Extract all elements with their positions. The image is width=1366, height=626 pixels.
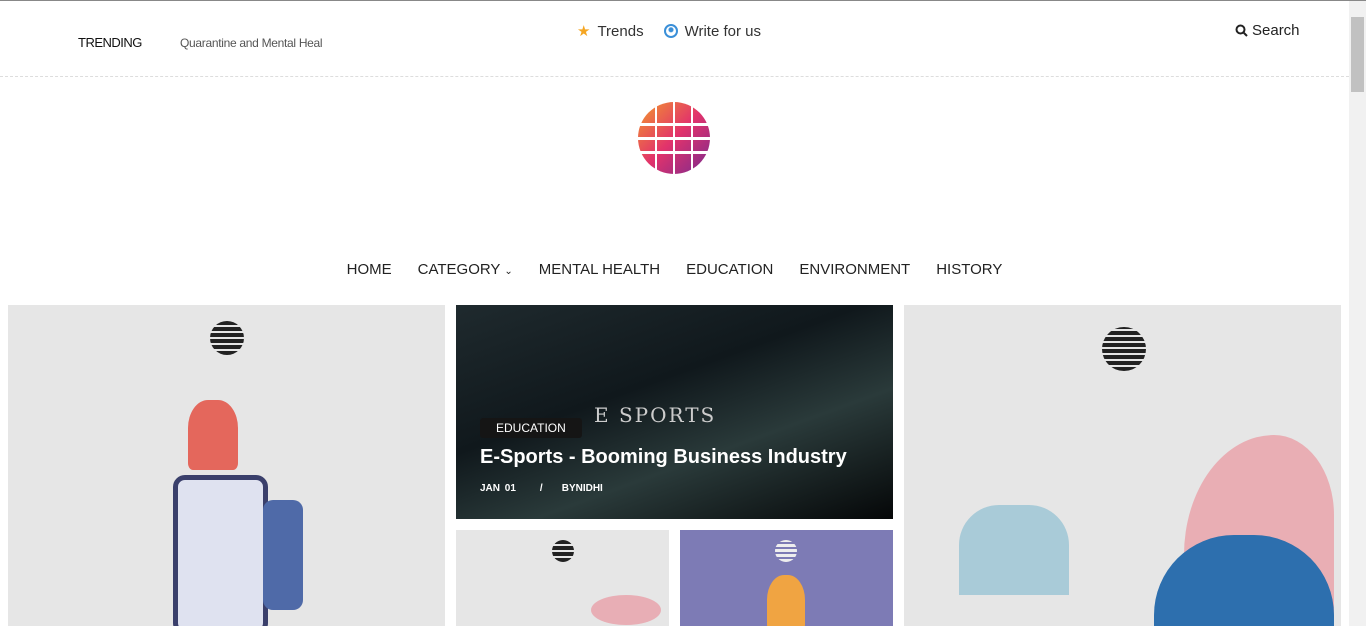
logo-watermark — [552, 540, 574, 562]
nav-home[interactable]: HOME — [347, 261, 392, 278]
write-for-us-link[interactable]: Write for us — [663, 22, 761, 40]
search-icon — [1235, 24, 1248, 37]
illustration-image — [173, 475, 268, 626]
nav-education[interactable]: EDUCATION — [686, 261, 773, 278]
post-title[interactable]: E-Sports - Booming Business Industry — [480, 446, 847, 469]
logo-watermark — [210, 321, 244, 355]
post-card-small-2[interactable] — [680, 530, 893, 626]
meta-separator: / — [539, 483, 543, 494]
nav-environment[interactable]: ENVIRONMENT — [799, 261, 910, 278]
logo-watermark — [1102, 327, 1146, 371]
trending-label: TRENDING — [78, 35, 142, 50]
site-logo[interactable] — [637, 101, 712, 176]
scrollbar[interactable] — [1349, 1, 1366, 626]
post-author[interactable]: BYNIDHI — [562, 483, 603, 494]
nav-mental-health[interactable]: MENTAL HEALTH — [539, 261, 660, 278]
post-meta: JAN 01 / BYNIDHI — [480, 483, 603, 494]
illustration-image — [188, 400, 238, 470]
featured-post-card[interactable]: E SPORTS EDUCATION E-Sports - Booming Bu… — [456, 305, 893, 519]
illustration-image — [959, 505, 1069, 595]
logo-watermark — [775, 540, 797, 562]
main-nav: HOME CATEGORY ⌄ MENTAL HEALTH EDUCATION … — [0, 261, 1349, 278]
illustration-image — [263, 500, 303, 610]
nav-history[interactable]: HISTORY — [936, 261, 1002, 278]
featured-image-text: E SPORTS — [594, 403, 717, 427]
scrollbar-thumb[interactable] — [1351, 17, 1364, 92]
trends-link[interactable]: ★ Trends — [577, 22, 644, 41]
trends-label: Trends — [597, 22, 644, 40]
star-icon: ★ — [577, 23, 591, 40]
illustration-image — [591, 595, 661, 625]
nav-category[interactable]: CATEGORY ⌄ — [418, 261, 513, 278]
user-circle-icon — [663, 24, 678, 38]
post-card-right[interactable] — [904, 305, 1341, 626]
nav-category-label: CATEGORY — [417, 261, 501, 278]
post-date: JAN 01 — [480, 483, 516, 494]
post-card-left[interactable] — [8, 305, 445, 626]
post-card-small-1[interactable] — [456, 530, 669, 626]
top-bar: TRENDING Quarantine and Mental Heal ★ Tre… — [0, 1, 1349, 77]
category-badge[interactable]: EDUCATION — [480, 418, 582, 438]
trending-headline-link[interactable]: Quarantine and Mental Heal — [180, 36, 323, 50]
write-for-us-label: Write for us — [684, 22, 761, 40]
illustration-image — [767, 575, 805, 626]
search-label: Search — [1252, 22, 1300, 39]
search-button[interactable]: Search — [1235, 22, 1300, 39]
chevron-down-icon: ⌄ — [504, 266, 513, 277]
